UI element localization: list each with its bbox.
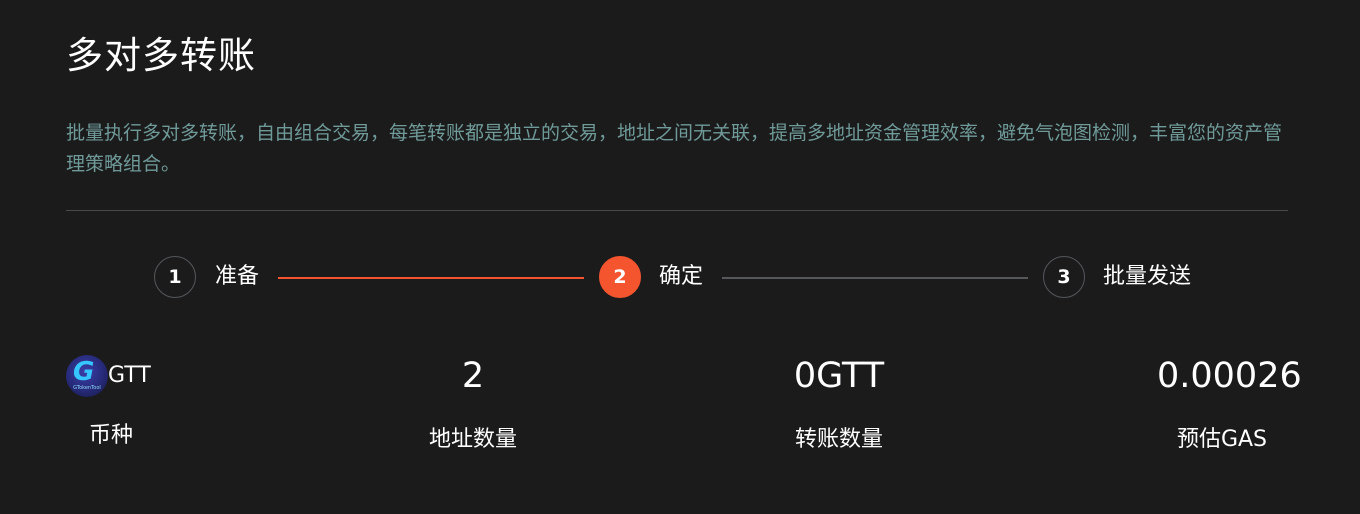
gtoken-logo-icon: G GTokenTool xyxy=(66,355,108,397)
step-3-number: 3 xyxy=(1043,256,1085,298)
divider xyxy=(66,210,1288,211)
estimated-gas-value: 0.00026 xyxy=(1157,356,1302,396)
address-count-label: 地址数量 xyxy=(428,427,517,452)
step-2-label: 确定 xyxy=(659,264,704,289)
coin-label: 币种 xyxy=(88,423,133,448)
multi-transfer-page: 多对多转账 批量执行多对多转账，自由组合交易，每笔转账都是独立的交易，地址之间无… xyxy=(0,0,1360,514)
step-2-number: 2 xyxy=(599,256,641,298)
page-description: 批量执行多对多转账，自由组合交易，每笔转账都是独立的交易，地址之间无关联，提高多… xyxy=(66,122,1283,175)
address-count-value: 2 xyxy=(461,356,485,396)
step-3-label: 批量发送 xyxy=(1103,264,1192,289)
gtoken-logo-text: GTokenTool xyxy=(73,385,101,391)
step-1-number: 1 xyxy=(154,256,196,298)
transfer-amount-label: 转账数量 xyxy=(794,427,883,452)
page-title: 多对多转账 xyxy=(66,34,256,77)
estimated-gas-label: 预估GAS xyxy=(1176,427,1268,452)
step-connector-2 xyxy=(722,277,1028,279)
step-connector-1 xyxy=(278,277,584,279)
coin-value: G GTokenTool GTT xyxy=(66,355,151,397)
step-1-label: 准备 xyxy=(215,264,260,289)
transfer-amount-value: 0GTT xyxy=(793,356,885,396)
coin-symbol: GTT xyxy=(108,363,151,388)
